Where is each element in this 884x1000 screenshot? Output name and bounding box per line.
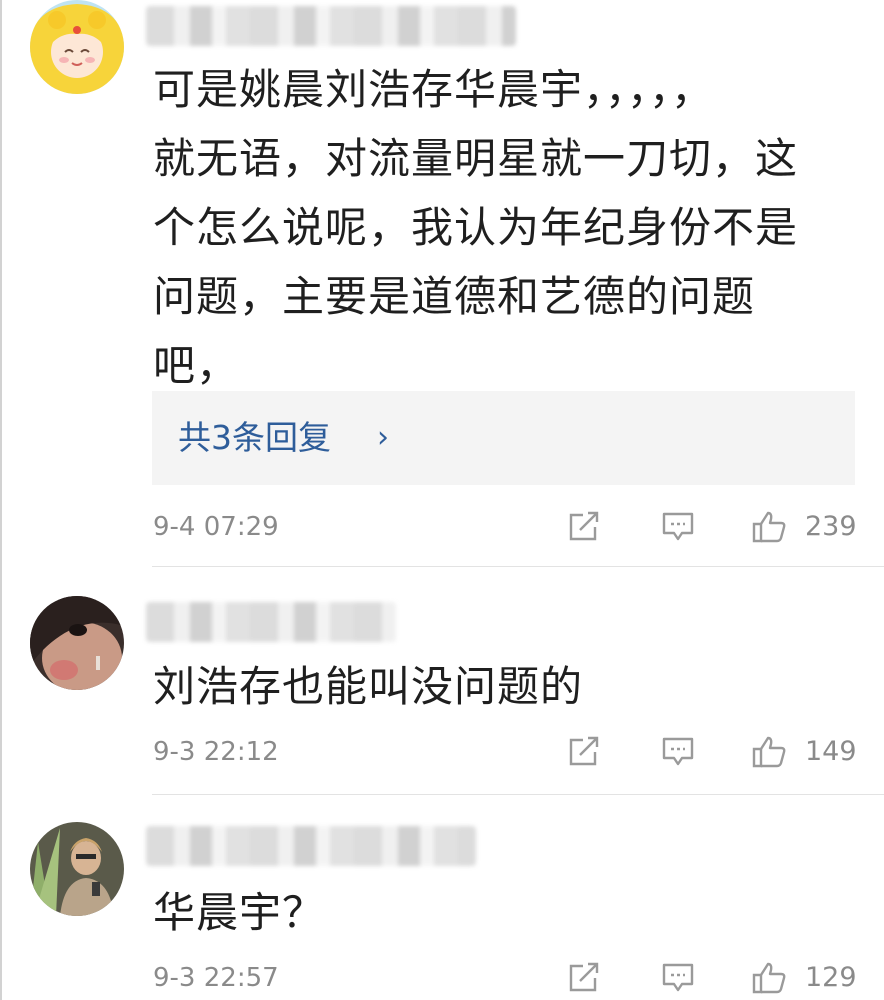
- avatar[interactable]: [30, 822, 124, 916]
- comment-text: 华晨宇？: [153, 888, 326, 937]
- timestamp: 9-4 07:29: [153, 512, 279, 542]
- comment-icon[interactable]: [661, 736, 695, 768]
- share-icon[interactable]: [567, 962, 601, 994]
- thumbs-up-icon[interactable]: [752, 736, 786, 768]
- username-blurred[interactable]: [146, 602, 396, 642]
- replies-box[interactable]: 共3条回复 ›: [152, 391, 855, 485]
- comment-meta: 9-4 07:29 239: [0, 505, 884, 549]
- thumbs-up-icon[interactable]: [752, 962, 786, 994]
- like-count: 149: [805, 736, 857, 767]
- view-replies-link[interactable]: 共3条回复: [178, 391, 331, 485]
- thumbs-up-icon[interactable]: [752, 511, 786, 543]
- like-count: 239: [805, 511, 857, 542]
- comment-icon[interactable]: [661, 511, 695, 543]
- timestamp: 9-3 22:57: [153, 963, 279, 993]
- avatar[interactable]: [30, 596, 124, 690]
- username-blurred[interactable]: [146, 826, 476, 866]
- username-blurred[interactable]: [146, 6, 516, 46]
- comment-item: 可是姚晨刘浩存华晨宇，，，，， 就无语，对流量明星就一刀切，这 个怎么说呢，我认…: [0, 0, 884, 566]
- comment-item: 刘浩存也能叫没问题的 9-3 22:12 149: [0, 568, 884, 794]
- avatar[interactable]: [30, 0, 124, 94]
- share-icon[interactable]: [567, 511, 601, 543]
- comment-text: 刘浩存也能叫没问题的: [153, 662, 584, 711]
- comment-meta: 9-3 22:12 149: [0, 730, 884, 774]
- comment-list: 可是姚晨刘浩存华晨宇，，，，， 就无语，对流量明星就一刀切，这 个怎么说呢，我认…: [0, 0, 884, 1000]
- comment-divider: [152, 794, 884, 795]
- comment-divider: [152, 566, 884, 567]
- comment-item: 华晨宇？ 9-3 22:57 129: [0, 796, 884, 1000]
- comment-icon[interactable]: [661, 962, 695, 994]
- chevron-right-icon: ›: [377, 420, 389, 455]
- comment-meta: 9-3 22:57 129: [0, 956, 884, 1000]
- timestamp: 9-3 22:12: [153, 737, 279, 767]
- share-icon[interactable]: [567, 736, 601, 768]
- like-count: 129: [805, 962, 857, 993]
- comment-text: 可是姚晨刘浩存华晨宇，，，，， 就无语，对流量明星就一刀切，这 个怎么说呢，我认…: [153, 65, 799, 390]
